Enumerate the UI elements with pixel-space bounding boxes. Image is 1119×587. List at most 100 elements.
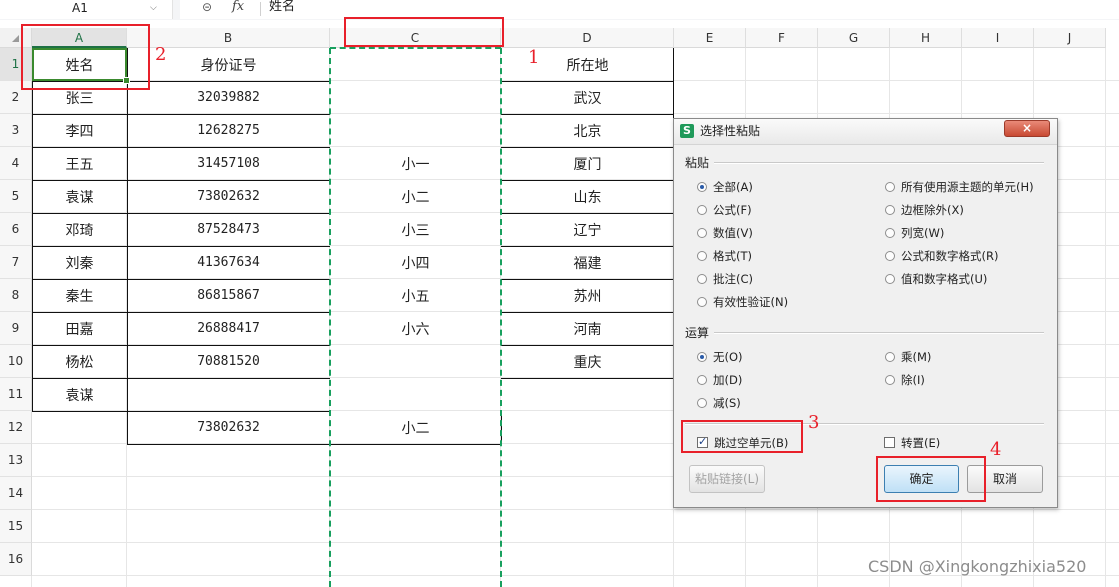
row-header-13[interactable]: 13 xyxy=(0,444,32,477)
table-cell[interactable]: 袁谋 xyxy=(32,180,127,213)
radio-option[interactable]: 数值(V) xyxy=(697,225,753,241)
table-cell[interactable]: 福建 xyxy=(501,246,674,279)
table-cell[interactable]: 重庆 xyxy=(501,345,674,378)
row-header-15[interactable]: 15 xyxy=(0,510,32,543)
transpose-checkbox[interactable]: 转置(E) xyxy=(884,435,940,451)
radio-button-icon[interactable] xyxy=(697,397,707,408)
radio-option[interactable]: 乘(M) xyxy=(885,349,931,365)
radio-button-icon[interactable] xyxy=(697,181,707,192)
table-cell[interactable] xyxy=(330,81,501,114)
table-cell[interactable]: 86815867 xyxy=(127,279,330,312)
table-header-cell[interactable] xyxy=(330,48,501,81)
radio-button-icon[interactable] xyxy=(885,250,895,261)
radio-button-icon[interactable] xyxy=(885,181,895,192)
table-cell[interactable]: 87528473 xyxy=(127,213,330,246)
row-header-9[interactable]: 9 xyxy=(0,312,32,345)
radio-option[interactable]: 全部(A) xyxy=(697,179,753,195)
table-cell[interactable]: 苏州 xyxy=(501,279,674,312)
row-header-11[interactable]: 11 xyxy=(0,378,32,411)
column-header-j[interactable]: J xyxy=(1034,28,1106,48)
table-header-cell[interactable]: 所在地 xyxy=(501,48,674,81)
table-cell[interactable]: 王五 xyxy=(32,147,127,180)
table-cell[interactable]: 小二 xyxy=(330,180,501,213)
row-header-5[interactable]: 5 xyxy=(0,180,32,213)
row-header-6[interactable]: 6 xyxy=(0,213,32,246)
radio-option[interactable]: 有效性验证(N) xyxy=(697,294,788,310)
table-cell[interactable] xyxy=(32,411,127,444)
dialog-title-bar[interactable]: S 选择性粘贴 × xyxy=(674,119,1057,145)
table-cell[interactable]: 袁谋 xyxy=(32,378,127,411)
radio-option[interactable]: 所有使用源主题的单元(H) xyxy=(885,179,1034,195)
table-cell[interactable]: 小一 xyxy=(330,147,501,180)
table-cell[interactable]: 32039882 xyxy=(127,81,330,114)
radio-option[interactable]: 列宽(W) xyxy=(885,225,944,241)
radio-button-icon[interactable] xyxy=(885,204,895,215)
table-cell[interactable]: 小二 xyxy=(330,411,501,444)
table-cell[interactable] xyxy=(127,378,330,411)
radio-button-icon[interactable] xyxy=(697,351,707,362)
radio-button-icon[interactable] xyxy=(697,296,707,307)
radio-button-icon[interactable] xyxy=(885,351,895,362)
table-cell[interactable]: 厦门 xyxy=(501,147,674,180)
table-cell[interactable]: 秦生 xyxy=(32,279,127,312)
table-cell[interactable]: 73802632 xyxy=(127,180,330,213)
row-header-10[interactable]: 10 xyxy=(0,345,32,378)
radio-option[interactable]: 边框除外(X) xyxy=(885,202,964,218)
radio-button-icon[interactable] xyxy=(697,227,707,238)
radio-button-icon[interactable] xyxy=(885,374,895,385)
paste-link-button[interactable]: 粘贴链接(L) xyxy=(689,465,765,493)
table-cell[interactable]: 杨松 xyxy=(32,345,127,378)
row-header-7[interactable]: 7 xyxy=(0,246,32,279)
column-header-i[interactable]: I xyxy=(962,28,1034,48)
table-cell[interactable]: 武汉 xyxy=(501,81,674,114)
table-cell[interactable]: 26888417 xyxy=(127,312,330,345)
radio-option[interactable]: 格式(T) xyxy=(697,248,752,264)
column-header-g[interactable]: G xyxy=(818,28,890,48)
table-cell[interactable]: 刘秦 xyxy=(32,246,127,279)
table-cell[interactable]: 12628275 xyxy=(127,114,330,147)
row-header-8[interactable]: 8 xyxy=(0,279,32,312)
column-header-h[interactable]: H xyxy=(890,28,962,48)
table-cell[interactable] xyxy=(330,378,501,411)
radio-button-icon[interactable] xyxy=(697,204,707,215)
row-header-14[interactable]: 14 xyxy=(0,477,32,510)
table-cell[interactable]: 田嘉 xyxy=(32,312,127,345)
column-header-f[interactable]: F xyxy=(746,28,818,48)
radio-option[interactable]: 加(D) xyxy=(697,372,742,388)
table-cell[interactable] xyxy=(501,411,674,444)
table-cell[interactable]: 小四 xyxy=(330,246,501,279)
table-cell[interactable]: 河南 xyxy=(501,312,674,345)
table-cell[interactable]: 70881520 xyxy=(127,345,330,378)
radio-button-icon[interactable] xyxy=(697,273,707,284)
table-cell[interactable]: 小六 xyxy=(330,312,501,345)
row-header-16[interactable]: 16 xyxy=(0,543,32,576)
table-cell[interactable]: 辽宁 xyxy=(501,213,674,246)
table-cell[interactable]: 小三 xyxy=(330,213,501,246)
table-cell[interactable]: 邓琦 xyxy=(32,213,127,246)
row-header-4[interactable]: 4 xyxy=(0,147,32,180)
row-header-3[interactable]: 3 xyxy=(0,114,32,147)
radio-option[interactable]: 值和数字格式(U) xyxy=(885,271,987,287)
radio-button-icon[interactable] xyxy=(885,227,895,238)
table-cell[interactable] xyxy=(501,378,674,411)
row-header-12[interactable]: 12 xyxy=(0,411,32,444)
radio-button-icon[interactable] xyxy=(697,250,707,261)
radio-option[interactable]: 公式(F) xyxy=(697,202,752,218)
radio-button-icon[interactable] xyxy=(885,273,895,284)
table-cell[interactable]: 山东 xyxy=(501,180,674,213)
close-button[interactable]: × xyxy=(1004,120,1050,137)
table-cell[interactable]: 小五 xyxy=(330,279,501,312)
table-cell[interactable]: 北京 xyxy=(501,114,674,147)
table-cell[interactable]: 31457108 xyxy=(127,147,330,180)
table-cell[interactable] xyxy=(330,114,501,147)
radio-option[interactable]: 除(I) xyxy=(885,372,925,388)
transpose-check-icon[interactable] xyxy=(884,437,895,448)
radio-option[interactable]: 减(S) xyxy=(697,395,741,411)
radio-button-icon[interactable] xyxy=(697,374,707,385)
table-cell[interactable]: 李四 xyxy=(32,114,127,147)
table-cell[interactable]: 41367634 xyxy=(127,246,330,279)
table-cell[interactable]: 73802632 xyxy=(127,411,330,444)
table-cell[interactable] xyxy=(330,345,501,378)
column-header-e[interactable]: E xyxy=(674,28,746,48)
column-header-d[interactable]: D xyxy=(501,28,674,48)
